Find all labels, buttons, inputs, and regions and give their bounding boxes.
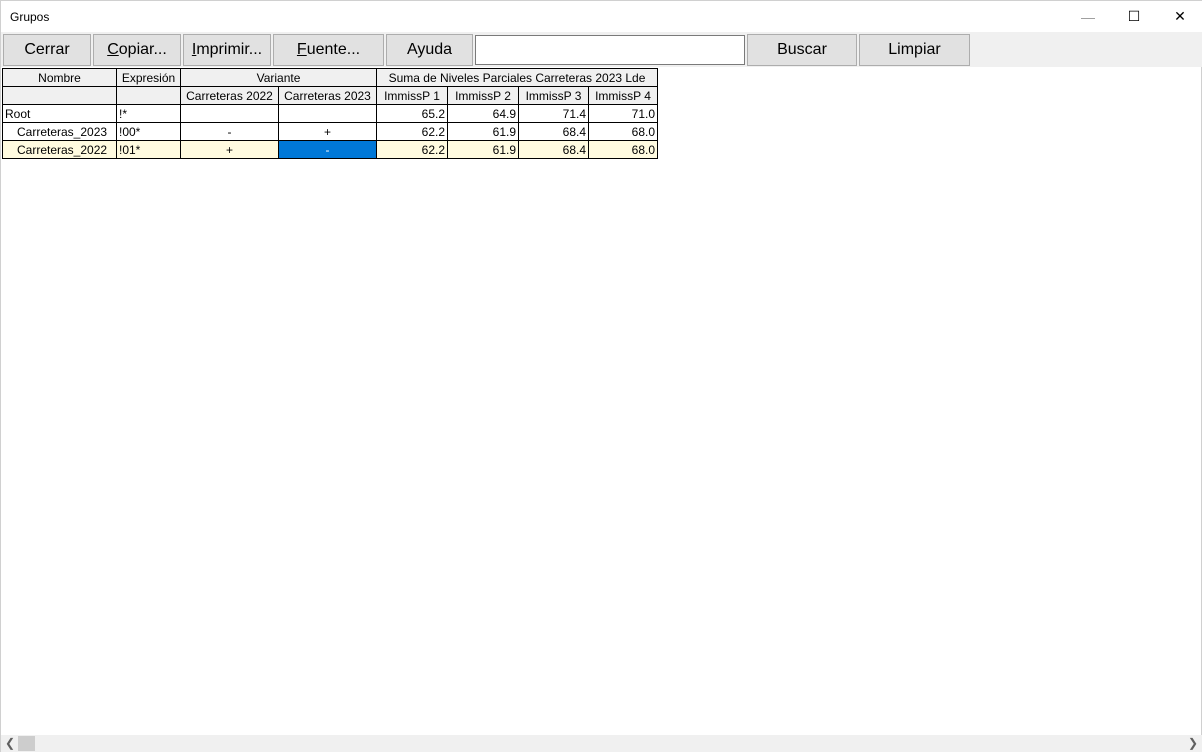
subheader-carreteras-2022[interactable]: Carreteras 2022 — [180, 86, 279, 105]
cell-p2[interactable]: 64.9 — [447, 104, 519, 123]
cell-p1[interactable]: 65.2 — [376, 104, 448, 123]
copy-label: opiar... — [118, 41, 167, 58]
subheader-empty — [2, 86, 117, 105]
cell-p4[interactable]: 68.0 — [588, 122, 658, 141]
header-expression[interactable]: Expresión — [116, 68, 181, 87]
horizontal-scrollbar[interactable]: ❮ ❯ — [1, 735, 1202, 752]
cell-p2[interactable]: 61.9 — [447, 140, 519, 159]
cell-expression[interactable]: !01* — [116, 140, 181, 159]
copy-button[interactable]: Copiar... — [93, 34, 181, 66]
cell-variant-2023[interactable]: + — [278, 122, 377, 141]
cell-p1[interactable]: 62.2 — [376, 140, 448, 159]
cell-p4[interactable]: 68.0 — [588, 140, 658, 159]
print-button[interactable]: Imprimir... — [183, 34, 271, 66]
subheader-immissp-4[interactable]: ImmissP 4 — [588, 86, 658, 105]
header-sum[interactable]: Suma de Niveles Parciales Carreteras 202… — [376, 68, 658, 87]
scroll-thumb[interactable] — [18, 736, 35, 751]
cell-p1[interactable]: 62.2 — [376, 122, 448, 141]
cell-name[interactable]: Carreteras_2022 — [2, 140, 117, 159]
cell-variant-2022[interactable]: - — [180, 122, 279, 141]
cell-p2[interactable]: 61.9 — [447, 122, 519, 141]
table-row-selected[interactable]: Carreteras_2022 !01* + - 62.2 61.9 68.4 … — [2, 140, 658, 159]
font-label: uente... — [306, 41, 361, 58]
cell-p3[interactable]: 71.4 — [518, 104, 589, 123]
cell-variant-2023[interactable] — [278, 104, 377, 123]
close-window-button[interactable]: ✕ — [1157, 1, 1202, 32]
cell-name[interactable]: Root — [2, 104, 117, 123]
minimize-button[interactable]: — — [1065, 1, 1111, 32]
cell-name[interactable]: Carreteras_2023 — [2, 122, 117, 141]
header-variant[interactable]: Variante — [180, 68, 377, 87]
table-row[interactable]: Carreteras_2023 !00* - + 62.2 61.9 68.4 … — [2, 122, 658, 141]
subheader-immissp-3[interactable]: ImmissP 3 — [518, 86, 589, 105]
header-name[interactable]: Nombre — [2, 68, 117, 87]
scroll-left-icon[interactable]: ❮ — [5, 735, 15, 752]
maximize-button[interactable]: ☐ — [1111, 1, 1157, 32]
cell-p3[interactable]: 68.4 — [518, 140, 589, 159]
print-label: mprimir... — [196, 41, 263, 58]
toolbar: Cerrar Copiar... Imprimir... Fuente... A… — [1, 32, 1202, 67]
cell-variant-2022[interactable] — [180, 104, 279, 123]
cell-expression[interactable]: !* — [116, 104, 181, 123]
close-button[interactable]: Cerrar — [3, 34, 91, 66]
cell-p3[interactable]: 68.4 — [518, 122, 589, 141]
scroll-right-icon[interactable]: ❯ — [1188, 735, 1198, 752]
search-input[interactable] — [475, 35, 745, 65]
help-button[interactable]: Ayuda — [386, 34, 473, 66]
subheader-empty — [116, 86, 181, 105]
groups-table: Nombre Expresión Variante Suma de Nivele… — [2, 68, 658, 159]
font-button[interactable]: Fuente... — [273, 34, 384, 66]
copy-mnemonic: C — [107, 41, 119, 58]
subheader-immissp-2[interactable]: ImmissP 2 — [447, 86, 519, 105]
subheader-carreteras-2023[interactable]: Carreteras 2023 — [278, 86, 377, 105]
font-mnemonic: F — [296, 41, 307, 58]
subheader-immissp-1[interactable]: ImmissP 1 — [376, 86, 448, 105]
table-row[interactable]: Root !* 65.2 64.9 71.4 71.0 — [2, 104, 658, 123]
clear-button[interactable]: Limpiar — [859, 34, 970, 66]
title-bar: Grupos — ☐ ✕ — [1, 1, 1202, 32]
cell-p4[interactable]: 71.0 — [588, 104, 658, 123]
cell-expression[interactable]: !00* — [116, 122, 181, 141]
search-button[interactable]: Buscar — [747, 34, 857, 66]
cell-variant-2023-selected[interactable]: - — [278, 140, 377, 159]
window-title: Grupos — [10, 10, 50, 24]
cell-variant-2022[interactable]: + — [180, 140, 279, 159]
